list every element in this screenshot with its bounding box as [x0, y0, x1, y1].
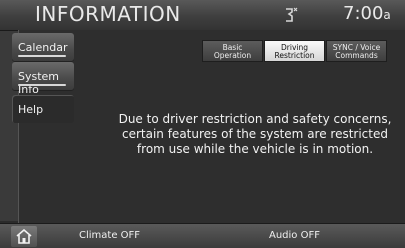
- sidebar-item-label: Calendar: [18, 41, 68, 54]
- audio-status-button[interactable]: Audio OFF: [269, 230, 320, 241]
- clock: 7:00a: [343, 3, 391, 24]
- home-icon: [16, 229, 32, 244]
- header-bar: INFORMATION 7:00a: [0, 0, 405, 31]
- sidebar-item-system-info[interactable]: System Info: [12, 62, 74, 96]
- tab-label-line2: Operation: [213, 51, 252, 60]
- tab-driving-restriction[interactable]: Driving Restriction: [264, 40, 325, 62]
- page-title: INFORMATION: [35, 2, 181, 26]
- sidebar-item-highlight: [18, 55, 66, 57]
- restriction-message: Due to driver restriction and safety con…: [118, 112, 392, 156]
- clock-ampm: a: [383, 8, 391, 22]
- sidebar-item-label: Help: [18, 103, 44, 116]
- sidebar-item-highlight: [18, 84, 66, 86]
- tab-sync-voice-commands[interactable]: SYNC / Voice Commands: [326, 40, 387, 62]
- sidebar-item-calendar[interactable]: Calendar: [12, 33, 74, 61]
- tab-label-line2: Commands: [335, 51, 378, 60]
- climate-status-button[interactable]: Climate OFF: [79, 230, 140, 241]
- phone-signal-icon: [286, 7, 298, 22]
- tab-label-line2: Restriction: [274, 51, 315, 60]
- tab-basic-operation[interactable]: Basic Operation: [202, 40, 263, 62]
- home-button[interactable]: [11, 226, 37, 247]
- clock-time: 7:00: [343, 3, 384, 24]
- sidebar-item-help[interactable]: Help: [12, 95, 74, 123]
- sub-tab-bar: Basic Operation Driving Restriction SYNC…: [202, 40, 388, 62]
- sync-screen: INFORMATION 7:00a Calendar System Info H…: [0, 0, 405, 248]
- bottom-bar: Climate OFF Audio OFF: [0, 223, 405, 248]
